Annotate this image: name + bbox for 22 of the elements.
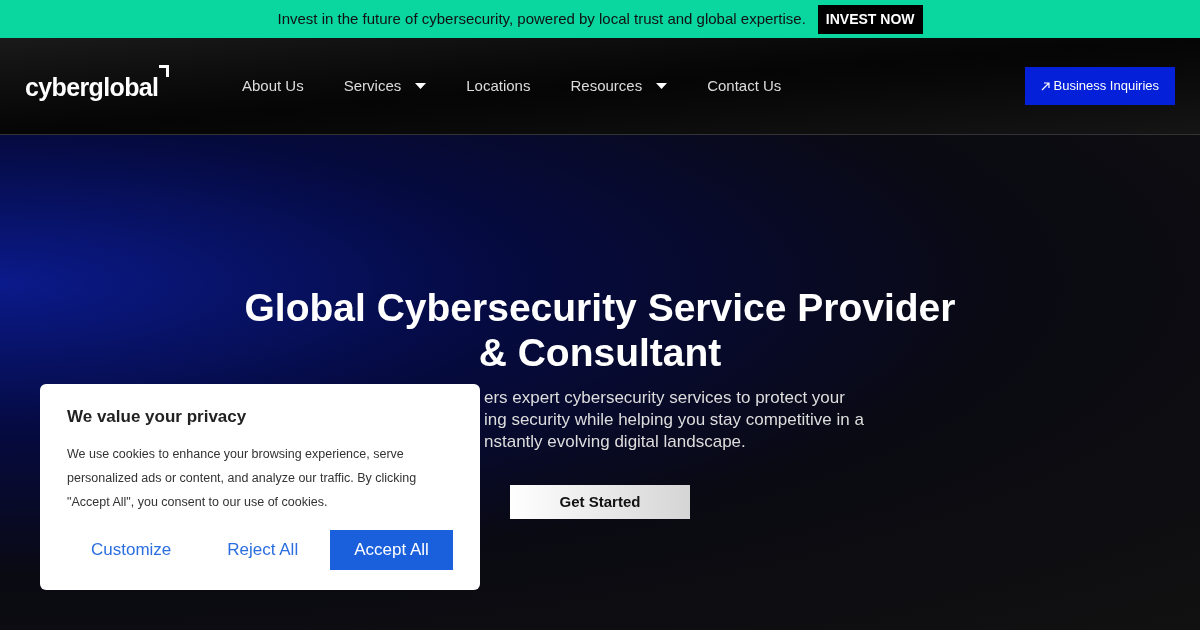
dialog-text: We use cookies to enhance your browsing experience, serve personalized ads or content, and analyze our traffic. By clicking "Accept All", you consent to our use of cookies. [67, 445, 418, 511]
invest-now-button[interactable]: INVEST NOW [817, 4, 923, 34]
business-inquiries-button[interactable]: Business Inquiries [1024, 67, 1175, 105]
logo-mark-icon [159, 65, 170, 78]
hero-subtitle-line: nstantly evolving digital landscape. [484, 431, 747, 453]
dialog-link-button[interactable]: Reject All [227, 529, 299, 570]
arrow-icon [1040, 81, 1050, 91]
hero-title: Global Cybersecurity Service Provider [244, 285, 956, 330]
get-started-button[interactable]: Get Started [510, 485, 690, 519]
dialog-title: We value your privacy [67, 406, 248, 428]
nav-link[interactable]: Locations [466, 74, 531, 98]
logo[interactable]: cyberglobal [25, 69, 159, 107]
nav-link[interactable]: About Us [242, 74, 304, 98]
nav-link[interactable]: Contact Us [707, 74, 782, 98]
hero-subtitle-line: ers expert cybersecurity services to protect your [484, 387, 846, 409]
hero-title: & Consultant [478, 330, 722, 375]
nav-link[interactable]: Resources [570, 74, 668, 98]
hero-subtitle-line: ing security while helping you stay competitive in a [484, 409, 864, 431]
nav-link[interactable]: Services [343, 74, 427, 98]
banner-text: Invest in the future of cybersecurity, powered by local trust and global expertise. [277, 8, 806, 29]
dialog-link-button[interactable]: Customize [91, 529, 172, 570]
accept-button[interactable]: Accept All [330, 529, 453, 570]
